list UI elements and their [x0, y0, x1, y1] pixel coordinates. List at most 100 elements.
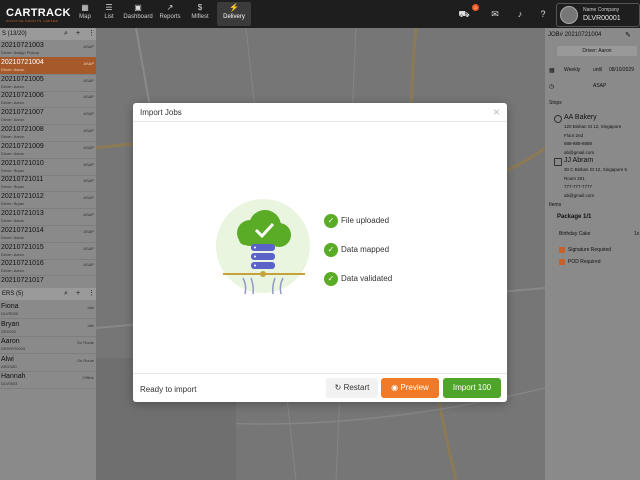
- preview-button[interactable]: ◉ Preview: [381, 378, 439, 398]
- add-icon[interactable]: +: [76, 28, 80, 40]
- stop-name: JJ Abram: [564, 157, 594, 164]
- driver-select[interactable]: Driver: Aaron: [557, 46, 637, 56]
- nav-reports[interactable]: ↗ Reports: [157, 2, 183, 26]
- job-status: ASAP: [83, 60, 94, 66]
- pickup-marker-icon: [554, 115, 562, 123]
- edit-icon[interactable]: ✎: [625, 31, 631, 39]
- bell-icon[interactable]: ♪: [514, 8, 526, 20]
- job-status: ASAP: [83, 245, 94, 251]
- job-status: ASAP: [83, 44, 94, 49]
- driver-name: Fiona: [1, 303, 19, 310]
- restart-button[interactable]: ↻ Restart: [326, 378, 378, 398]
- time-value[interactable]: ASAP: [593, 83, 606, 89]
- add-icon[interactable]: +: [76, 288, 80, 300]
- job-id: 20210721015: [1, 243, 44, 251]
- signature-checkbox[interactable]: [559, 247, 565, 253]
- help-icon[interactable]: ?: [537, 8, 549, 20]
- stop-detail: Floor 2nd: [564, 132, 584, 138]
- job-row[interactable]: 20210721004 Driver: Aaron ASAP: [0, 56, 96, 75]
- bolt-icon: ⚡: [229, 3, 239, 12]
- more-icon[interactable]: ⋮: [88, 28, 95, 40]
- divider: [133, 373, 507, 374]
- import-button[interactable]: Import 100: [443, 378, 501, 398]
- job-row[interactable]: 20210721003 Driver: Assign Pickup ASAP: [0, 40, 96, 58]
- modal-title: Import Jobs: [140, 108, 182, 117]
- logo-text: CARTRACK: [6, 7, 71, 19]
- driver-row[interactable]: Fiona DLVR005 Idle: [0, 301, 96, 319]
- job-driver: Driver: Aaron: [1, 66, 25, 72]
- driver-row[interactable]: Hannah DLV0003 Offline: [0, 371, 96, 389]
- reports-icon: ↗: [166, 3, 174, 12]
- search-icon[interactable]: ⌕: [64, 28, 68, 40]
- until-date[interactable]: 08/10/2029: [609, 67, 634, 73]
- job-row[interactable]: 20210721005 Driver: Aaron ASAP: [0, 74, 96, 92]
- job-id: 20210721010: [1, 159, 44, 167]
- job-driver: Driver: Aaron: [1, 117, 25, 123]
- driver-name: Hannah: [1, 373, 26, 380]
- dollar-icon: $: [197, 3, 203, 12]
- item-qty: 1x: [634, 231, 640, 237]
- job-row[interactable]: 20210721006 Driver: Aaron ASAP: [0, 90, 96, 109]
- item-name: Birthday Cake: [559, 231, 591, 237]
- job-status: ASAP: [83, 161, 94, 167]
- mail-icon[interactable]: ✉: [489, 8, 501, 20]
- stop-detail: 777-777-7777: [564, 184, 593, 189]
- job-id: 20210721004: [1, 58, 44, 66]
- avatar: [560, 6, 578, 24]
- nav-miflest[interactable]: $ Miflest: [188, 2, 212, 26]
- job-row[interactable]: 20210721013 Driver: Aaron ASAP: [0, 208, 96, 226]
- driver-name: Bryan: [1, 320, 20, 328]
- left-panel: S (13/20) ⌕ + ⋮ 20210721003 Driver: Assig…: [0, 28, 96, 480]
- job-row[interactable]: 20210721011 Driver: Bryan ASAP: [0, 174, 96, 193]
- driver-status: On Route: [76, 357, 94, 363]
- nav-map-label: Map: [79, 14, 91, 20]
- job-row[interactable]: 20210721015 Driver: Aaron ASAP: [0, 242, 96, 260]
- driver-name: Aaron: [1, 338, 20, 345]
- nav-map[interactable]: ▦ Map: [78, 2, 92, 26]
- import-status: Ready to import: [140, 385, 197, 394]
- driver-status: Offline: [82, 375, 95, 380]
- job-status: ASAP: [83, 262, 94, 268]
- search-icon[interactable]: ⌕: [64, 288, 68, 300]
- repeat-select[interactable]: Weekly: [564, 67, 580, 73]
- driver-row[interactable]: Bryan DRV002 Idle: [0, 319, 96, 337]
- job-row[interactable]: 20210721016 Driver: Aaron ASAP: [0, 258, 96, 277]
- cartrack-logo[interactable]: CARTRACK POSITIVE PROFITS LIMITED: [0, 6, 76, 24]
- job-id: 20210721005: [1, 75, 44, 83]
- job-driver: Driver: Aaron: [1, 268, 25, 274]
- check-icon: ✓: [324, 243, 338, 257]
- nav-miflest-label: Miflest: [191, 14, 209, 20]
- driver-code: DRIVER0004: [1, 346, 26, 351]
- job-status: ASAP: [83, 128, 94, 133]
- nav-reports-label: Reports: [159, 14, 181, 20]
- nav-dashboard[interactable]: ▣ Dashboard: [121, 2, 155, 26]
- drivers-count: ERS (5): [2, 291, 24, 297]
- stop-name: AA Bakery: [564, 114, 597, 121]
- job-row[interactable]: 20210721010 Driver: Bryan ASAP: [0, 158, 96, 176]
- driver-row[interactable]: Alwi ARI2180 On Route: [0, 354, 96, 372]
- job-row[interactable]: 20210721014 Driver: Aaron ASAP: [0, 225, 96, 243]
- job-row[interactable]: 20210721009 Driver: Aaron ASAP: [0, 141, 96, 159]
- restart-label: Restart: [343, 383, 370, 392]
- preview-label: Preview: [400, 383, 429, 392]
- job-driver: Driver: Aaron: [1, 218, 25, 223]
- job-status: ASAP: [83, 111, 94, 117]
- nav-delivery[interactable]: ⚡ Delivery: [217, 2, 251, 26]
- divider: [133, 121, 507, 122]
- job-row[interactable]: 20210721007 Driver: Aaron ASAP: [0, 107, 96, 126]
- close-icon[interactable]: ×: [493, 105, 500, 119]
- user-menu[interactable]: Name Company DLVR00001: [556, 3, 640, 27]
- job-row[interactable]: 20210721008 Driver: Aaron ASAP: [0, 124, 96, 142]
- job-row[interactable]: 20210721012 Driver: Bryan ASAP: [0, 191, 96, 210]
- driver-code: DLV0003: [1, 381, 18, 386]
- nav-list[interactable]: ☰ List: [101, 2, 117, 26]
- job-id: 20210721007: [1, 109, 44, 117]
- check-icon: ✓: [324, 214, 338, 228]
- truck-icon[interactable]: ⛟: [458, 8, 470, 20]
- more-icon[interactable]: ⋮: [88, 288, 95, 300]
- pod-checkbox[interactable]: [559, 259, 565, 265]
- job-title: JOB# 20210721004: [548, 32, 602, 38]
- driver-row[interactable]: Aaron DRIVER0004 On Route: [0, 336, 96, 354]
- nav-delivery-label: Delivery: [223, 14, 245, 20]
- job-id: 20210721017: [1, 277, 44, 285]
